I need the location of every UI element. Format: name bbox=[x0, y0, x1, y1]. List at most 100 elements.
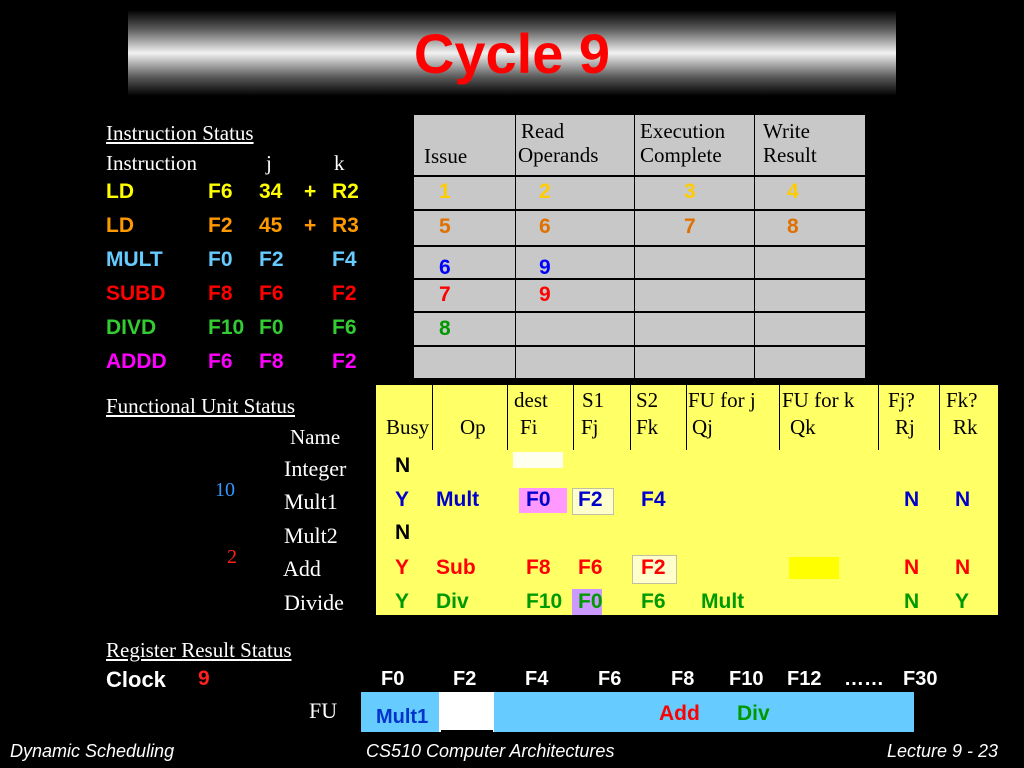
register-fu-bar bbox=[361, 692, 914, 732]
fu-fj-cell: F2 bbox=[578, 488, 603, 511]
read-header-2: Operands bbox=[518, 143, 599, 167]
instr-k: F6 bbox=[332, 316, 357, 339]
footer-center: CS510 Computer Architectures bbox=[366, 741, 615, 761]
fjq-header-1: Fj? bbox=[888, 388, 915, 412]
fu-fi-cell: F0 bbox=[526, 488, 551, 511]
status-read-cell: 9 bbox=[539, 256, 551, 279]
busy-header: Busy bbox=[386, 415, 430, 439]
instr-op: MULT bbox=[106, 248, 163, 271]
register-name: F0 bbox=[381, 668, 405, 690]
footer-right: Lecture 9 - 23 bbox=[887, 741, 999, 761]
status-read-cell: 2 bbox=[539, 180, 551, 203]
status-issue-cell: 8 bbox=[439, 317, 451, 340]
k-col-label: k bbox=[334, 151, 345, 175]
fu-fk-cell: F4 bbox=[641, 488, 666, 511]
reg-fu-f0: Mult1 bbox=[376, 706, 429, 728]
register-name: …… bbox=[844, 668, 884, 690]
status-issue-cell: 1 bbox=[439, 180, 451, 203]
register-name: F2 bbox=[453, 668, 477, 690]
instr-j: F8 bbox=[259, 350, 284, 373]
fuk-header-2: Qk bbox=[790, 415, 816, 439]
fuj-header-1: FU for j bbox=[688, 388, 756, 412]
instr-j: F2 bbox=[259, 248, 284, 271]
instruction-row: MULT F0 F2 F4 bbox=[106, 248, 386, 280]
status-exec-cell: 3 bbox=[684, 180, 696, 203]
s2-header-2: Fk bbox=[636, 415, 659, 439]
fu-rk-cell: N bbox=[955, 556, 971, 579]
fu-qj-cell: Mult bbox=[701, 590, 745, 613]
status-issue-cell: 5 bbox=[439, 215, 451, 238]
fu-busy-cell: Y bbox=[395, 556, 410, 579]
write-header-1: Write bbox=[763, 119, 810, 143]
fu-rk-cell: N bbox=[955, 488, 971, 511]
instr-k: R3 bbox=[332, 214, 359, 237]
fu-status-heading: Functional Unit Status bbox=[106, 394, 295, 418]
read-header-1: Read bbox=[521, 119, 565, 143]
s1-header-2: Fj bbox=[581, 415, 599, 439]
dest-header-2: Fi bbox=[520, 415, 538, 439]
instr-k: F4 bbox=[332, 248, 357, 271]
instr-op: ADDD bbox=[106, 350, 167, 373]
dest-header-1: dest bbox=[514, 388, 548, 412]
status-exec-cell: 7 bbox=[684, 215, 696, 238]
instr-dest: F10 bbox=[208, 316, 245, 339]
instr-dest: F2 bbox=[208, 214, 233, 237]
fu-row-label: FU bbox=[309, 698, 338, 723]
status-issue-cell: 6 bbox=[439, 256, 451, 279]
register-status-heading: Register Result Status bbox=[106, 638, 292, 662]
fkq-header-1: Fk? bbox=[946, 388, 978, 412]
status-read-cell: 6 bbox=[539, 215, 551, 238]
register-name: F30 bbox=[903, 668, 938, 690]
fu-name: Integer bbox=[284, 456, 347, 481]
s2-header-1: S2 bbox=[636, 388, 659, 412]
fu-rj-cell: N bbox=[904, 556, 920, 579]
fu-rj-cell: N bbox=[904, 488, 920, 511]
instruction-col-label: Instruction bbox=[106, 151, 197, 175]
write-header-2: Result bbox=[763, 143, 817, 167]
instr-dest: F0 bbox=[208, 248, 233, 271]
instruction-row: SUBD F8 F6 F2 bbox=[106, 282, 386, 314]
instruction-status-table: Issue Read Operands Execution Complete W… bbox=[414, 115, 865, 378]
instr-j: 45 bbox=[259, 214, 283, 237]
instr-j: F6 bbox=[259, 282, 284, 305]
instr-j: 34 bbox=[259, 180, 283, 203]
instruction-row: ADDD F6 F8 F2 bbox=[106, 350, 386, 382]
fu-name: Mult2 bbox=[284, 523, 338, 548]
title-bar: Cycle 9 bbox=[128, 10, 896, 96]
functional-unit-table: Busy Op dest Fi S1 Fj S2 Fk FU for j Qj … bbox=[376, 385, 998, 615]
op-header: Op bbox=[460, 415, 486, 439]
instruction-row: LD F6 34 + R2 bbox=[106, 180, 386, 212]
instruction-row: LD F2 45 + R3 bbox=[106, 214, 386, 246]
reg-fu-f10: Div bbox=[737, 702, 770, 725]
instr-k: F2 bbox=[332, 350, 357, 373]
status-read-cell: 9 bbox=[539, 283, 551, 306]
fu-busy-cell: N bbox=[395, 454, 411, 477]
fu-fj-cell: F6 bbox=[578, 556, 603, 579]
fuj-header-2: Qj bbox=[692, 415, 713, 439]
instruction-row: DIVD F10 F0 F6 bbox=[106, 316, 386, 348]
instr-dest: F6 bbox=[208, 350, 233, 373]
issue-header: Issue bbox=[424, 144, 468, 168]
fu-name: Add bbox=[283, 556, 321, 581]
j-col-label: j bbox=[266, 151, 272, 175]
fu-rk-cell: Y bbox=[955, 590, 970, 613]
exec-header-1: Execution bbox=[640, 119, 726, 143]
instruction-status-heading: Instruction Status bbox=[106, 121, 254, 145]
instr-k: R2 bbox=[332, 180, 359, 203]
fu-fk-cell: F2 bbox=[641, 556, 666, 579]
fu-fj-cell: F0 bbox=[578, 590, 603, 613]
fuk-header-1: FU for k bbox=[782, 388, 855, 412]
fu-busy-cell: Y bbox=[395, 488, 410, 511]
instr-k: F2 bbox=[332, 282, 357, 305]
footer-left: Dynamic Scheduling bbox=[10, 741, 175, 761]
fu-rj-cell: N bbox=[904, 590, 920, 613]
instr-op: LD bbox=[106, 214, 134, 237]
slide-title: Cycle 9 bbox=[413, 22, 611, 85]
status-write-cell: 4 bbox=[787, 180, 799, 203]
fu-op-cell: Sub bbox=[436, 556, 476, 579]
fu-name: Divide bbox=[284, 590, 344, 615]
fu-name: Mult1 bbox=[284, 489, 338, 514]
fu-timer: 2 bbox=[227, 546, 237, 568]
fu-fi-cell: F8 bbox=[526, 556, 551, 579]
fu-busy-cell: N bbox=[395, 521, 411, 544]
